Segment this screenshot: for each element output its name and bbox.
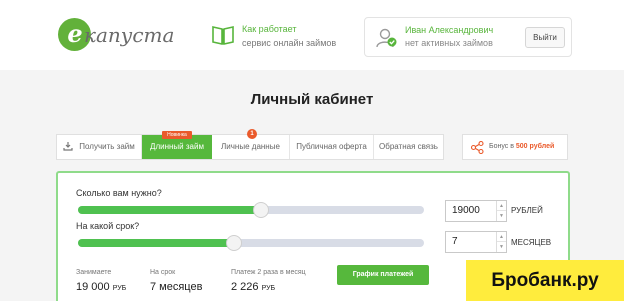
tab-feedback[interactable]: Обратная связь: [374, 135, 443, 159]
term-slider[interactable]: [78, 235, 424, 251]
bonus-prefix: Бонус в: [489, 143, 514, 150]
amount-slider-handle[interactable]: [253, 202, 270, 218]
how-it-works-subtitle: сервис онлайн займов: [242, 38, 337, 48]
payment-label: Платеж 2 раза в месяц: [231, 269, 306, 276]
tab-long-loan-label: Длинный займ: [150, 142, 204, 151]
tab-personal-data-label: Личные данные: [221, 142, 280, 151]
user-loan-status: нет активных займов: [405, 38, 493, 48]
borrow-value: 19 000 РУБ: [76, 281, 126, 295]
term-summary-value: 7 месяцев: [150, 281, 203, 293]
borrow-amount: 19 000: [76, 281, 110, 293]
borrow-label: Занимаете: [76, 269, 112, 276]
amount-input[interactable]: 19000 ▲ ▼: [445, 200, 507, 222]
new-badge: Новинка: [162, 131, 192, 139]
logout-button[interactable]: Выйти: [525, 27, 565, 48]
tab-get-loan-label: Получить займ: [79, 142, 135, 151]
term-summary-label: На срок: [150, 269, 176, 276]
term-stepper[interactable]: ▲ ▼: [496, 232, 506, 252]
watermark-banner: Бробанк.ру: [466, 260, 624, 301]
term-input[interactable]: 7 ▲ ▼: [445, 231, 507, 253]
watermark-text: Бробанк.ру: [491, 270, 599, 291]
tab-get-loan[interactable]: Получить займ: [57, 135, 142, 159]
amount-decrement-button[interactable]: ▼: [497, 211, 506, 221]
notification-count-badge: 1: [247, 129, 257, 139]
how-it-works-title: Как работает: [242, 24, 297, 34]
share-icon: [471, 141, 484, 154]
term-input-value: 7: [452, 236, 458, 247]
term-question: На какой срок?: [76, 221, 140, 231]
term-slider-fill: [78, 239, 234, 247]
payment-schedule-button[interactable]: График платежей: [337, 265, 429, 285]
header: e капуста Как работает сервис онлайн зай…: [0, 0, 624, 70]
term-slider-handle[interactable]: [225, 235, 242, 251]
page-title: Личный кабинет: [250, 91, 374, 108]
user-name[interactable]: Иван Александрович: [405, 25, 493, 36]
user-check-icon: [376, 28, 397, 48]
amount-input-value: 19000: [452, 205, 480, 216]
bonus-amount: 500 рублей: [515, 143, 555, 150]
download-icon: [63, 142, 73, 151]
amount-question: Сколько вам нужно?: [76, 188, 162, 198]
borrow-unit: РУБ: [112, 285, 127, 292]
tab-public-offer-label: Публичная оферта: [296, 142, 367, 151]
term-increment-button[interactable]: ▲: [497, 232, 506, 242]
book-icon: [212, 26, 234, 45]
amount-slider[interactable]: [78, 202, 424, 218]
payment-value: 2 226 РУБ: [231, 281, 275, 295]
payment-unit: РУБ: [261, 285, 276, 292]
amount-increment-button[interactable]: ▲: [497, 201, 506, 211]
logo-letter: e: [67, 19, 83, 48]
user-panel: Иван Александрович нет активных займов В…: [364, 17, 572, 57]
how-it-works-link[interactable]: Как работает сервис онлайн займов: [211, 24, 361, 50]
bonus-text: Бонус в 500 рублей: [489, 135, 554, 159]
bonus-link[interactable]: Бонус в 500 рублей: [462, 134, 568, 160]
logo-text: капуста: [84, 23, 175, 47]
amount-unit: РУБЛЕЙ: [511, 206, 543, 215]
term-unit: МЕСЯЦЕВ: [511, 238, 552, 247]
tab-feedback-label: Обратная связь: [379, 142, 438, 151]
term-decrement-button[interactable]: ▼: [497, 242, 506, 252]
tab-public-offer[interactable]: Публичная оферта: [290, 135, 374, 159]
payment-amount: 2 226: [231, 281, 259, 293]
logo[interactable]: e капуста: [58, 18, 174, 52]
amount-stepper[interactable]: ▲ ▼: [496, 201, 506, 221]
amount-slider-fill: [78, 206, 262, 214]
